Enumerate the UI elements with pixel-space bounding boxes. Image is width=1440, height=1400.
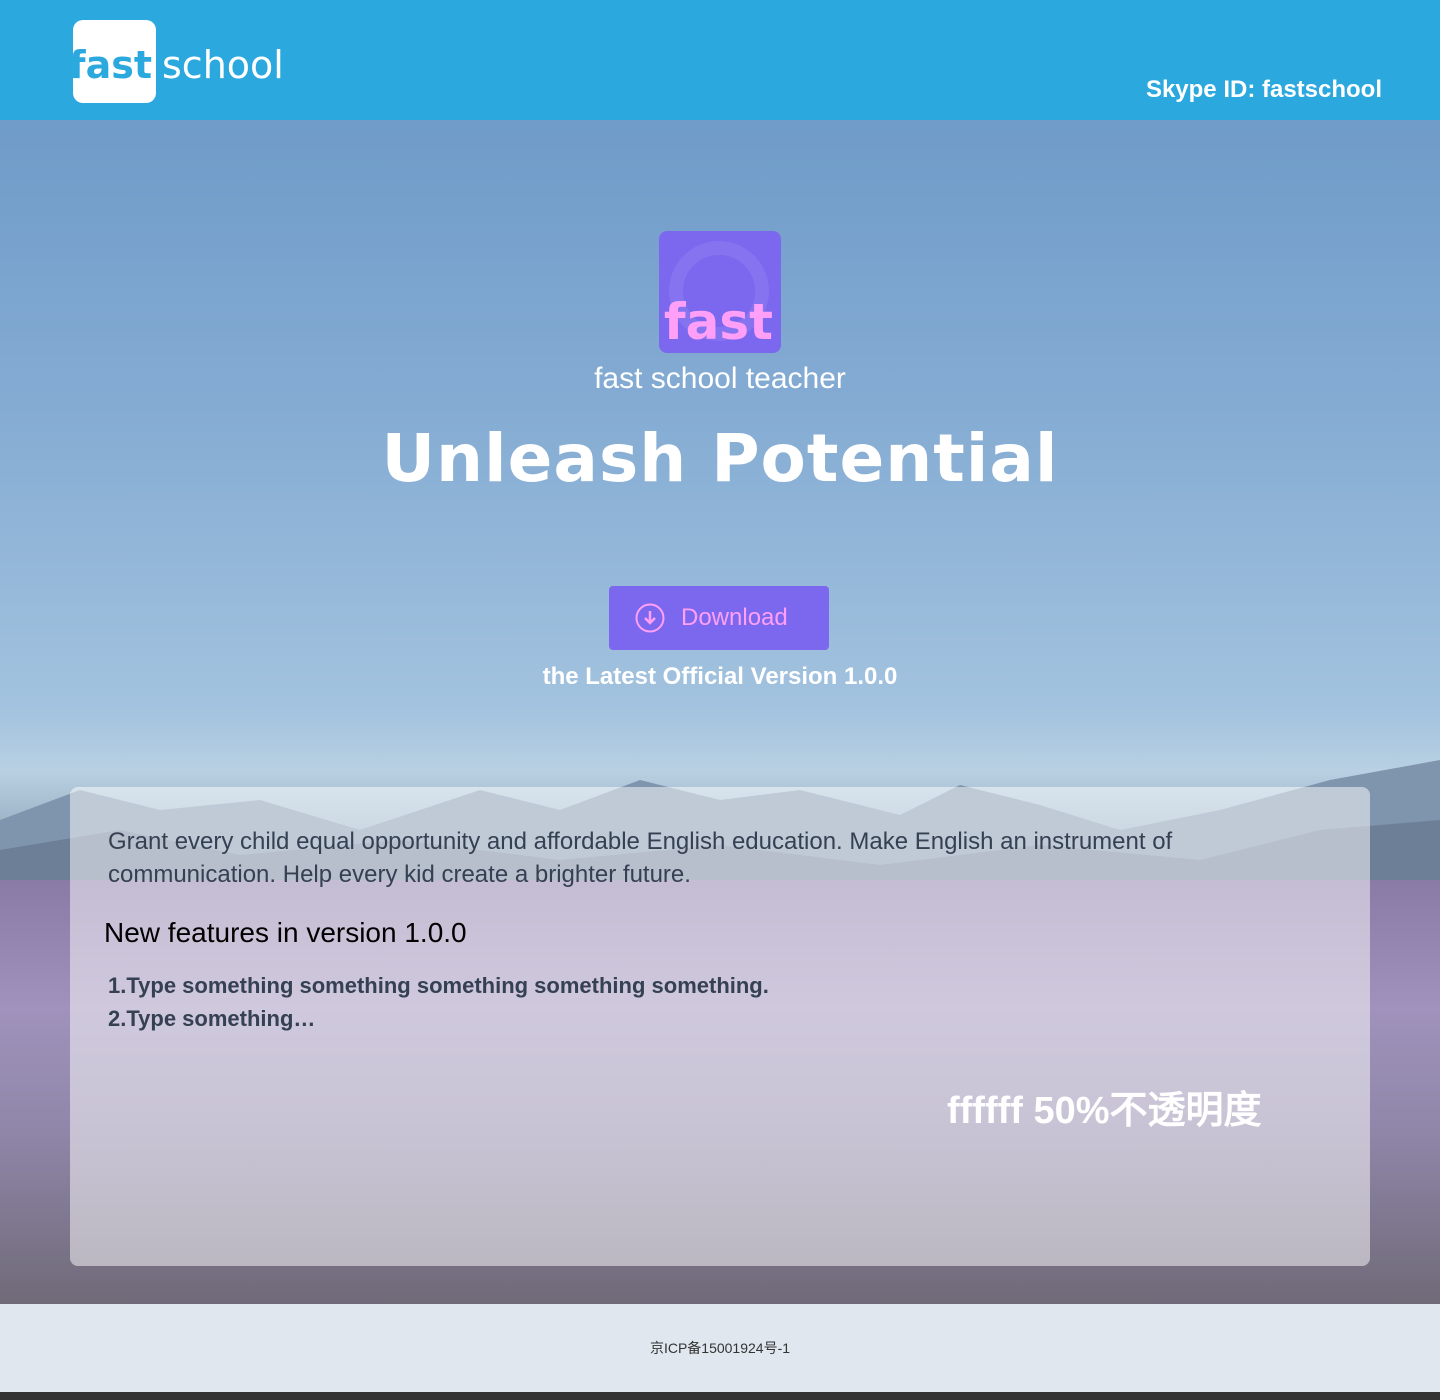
top-header: fast school Skype ID: fastschool bbox=[0, 0, 1440, 120]
list-item: 2.Type something… bbox=[108, 1006, 316, 1031]
hero-slogan: Unleash Potential bbox=[381, 420, 1059, 497]
mission-text: Grant every child equal opportunity and … bbox=[108, 828, 1173, 888]
skype-id: Skype ID: fastschool bbox=[1145, 76, 1382, 103]
logo-badge: fast bbox=[69, 20, 156, 103]
features-title: New features in version 1.0.0 bbox=[104, 917, 467, 948]
logo-school-text: school bbox=[162, 42, 284, 87]
app-name: fast school teacher bbox=[594, 362, 846, 395]
footer: 京ICP备15001924号-1 bbox=[0, 1304, 1440, 1392]
bottom-bar bbox=[0, 1392, 1440, 1400]
download-circle-icon bbox=[635, 603, 665, 633]
icp-license[interactable]: 京ICP备15001924号-1 bbox=[0, 1338, 1440, 1358]
features-list: 1.Type something something something som… bbox=[108, 969, 769, 1035]
hero-section: fast fast school teacher Unleash Potenti… bbox=[0, 120, 1440, 1304]
download-label: Download bbox=[681, 604, 788, 631]
opacity-note: ffffff 50%不透明度 bbox=[947, 1090, 1262, 1132]
app-icon-text: fast bbox=[663, 293, 773, 351]
brand-logo[interactable]: fast school bbox=[69, 20, 284, 103]
list-item: 1.Type something something something som… bbox=[108, 973, 769, 998]
download-button[interactable]: Download bbox=[609, 586, 829, 650]
app-icon: fast bbox=[659, 231, 781, 353]
version-text: the Latest Official Version 1.0.0 bbox=[542, 663, 898, 690]
logo-fast-text: fast bbox=[69, 42, 152, 87]
info-panel: Grant every child equal opportunity and … bbox=[70, 787, 1370, 1266]
